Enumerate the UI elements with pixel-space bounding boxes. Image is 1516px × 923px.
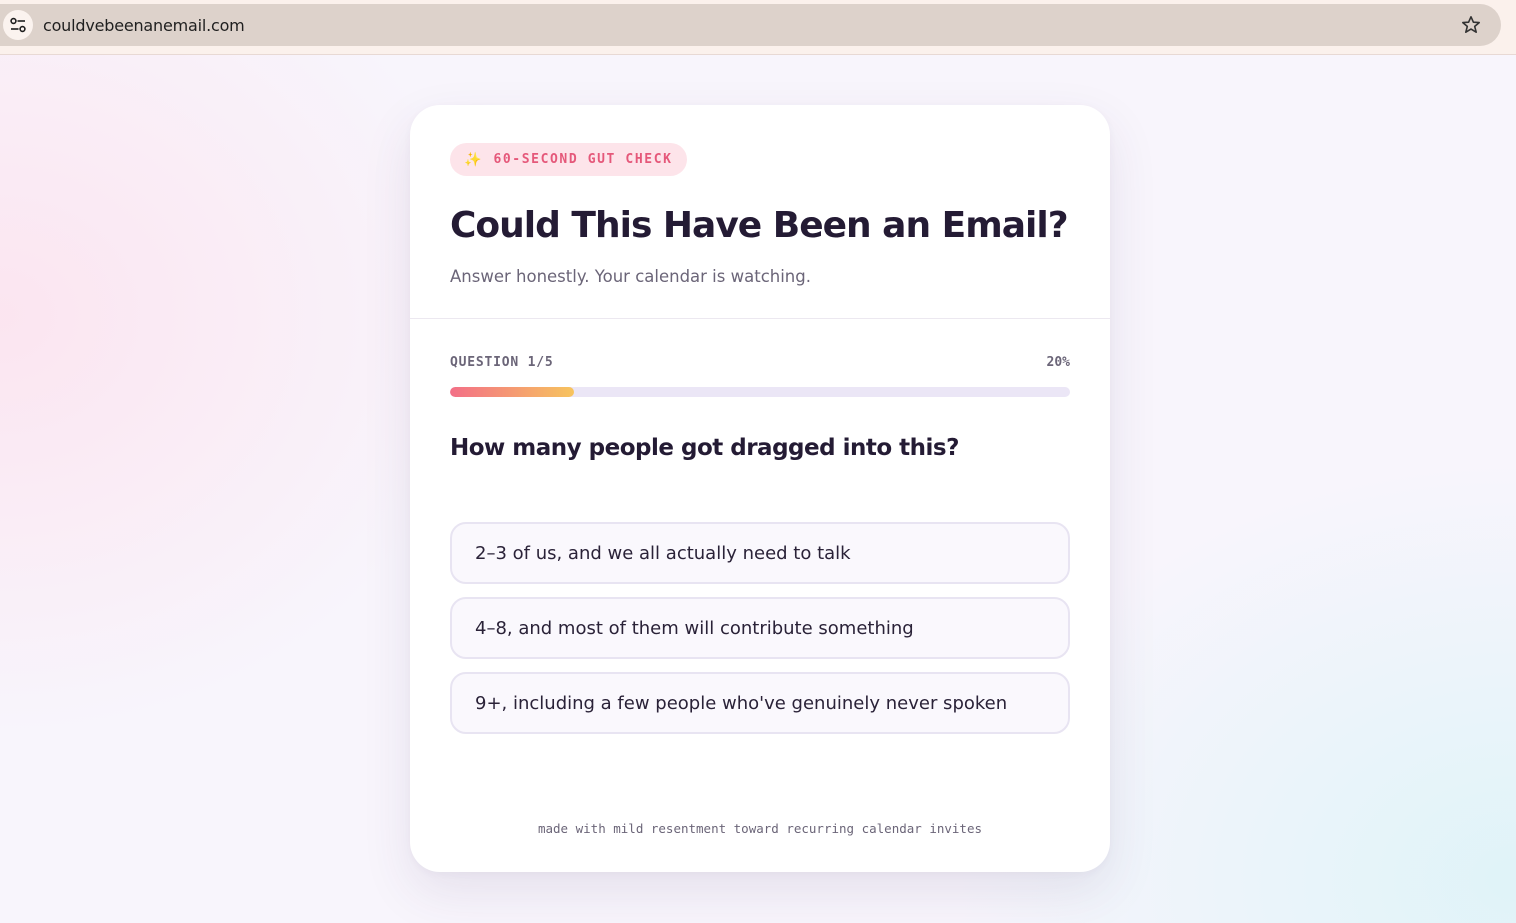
browser-chrome: couldvebeenanemail.com (0, 0, 1516, 55)
tune-icon (10, 17, 26, 33)
gut-check-badge: ✨ 60-SECOND GUT CHECK (450, 143, 687, 176)
question-counter: QUESTION 1/5 (450, 355, 554, 370)
answer-option-1[interactable]: 2–3 of us, and we all actually need to t… (450, 522, 1070, 584)
answer-options: 2–3 of us, and we all actually need to t… (450, 522, 1070, 747)
answer-option-2[interactable]: 4–8, and most of them will contribute so… (450, 597, 1070, 659)
answer-option-3[interactable]: 9+, including a few people who've genuin… (450, 672, 1070, 734)
page-subtitle: Answer honestly. Your calendar is watchi… (450, 267, 811, 286)
footer-note: made with mild resentment toward recurri… (537, 821, 982, 836)
sparkles-icon: ✨ (464, 151, 482, 168)
page-title: Could This Have Been an Email? (450, 205, 1069, 246)
site-info-button[interactable] (3, 10, 33, 40)
url-text[interactable]: couldvebeenanemail.com (43, 16, 245, 35)
question-text: How many people got dragged into this? (450, 435, 959, 461)
address-bar[interactable]: couldvebeenanemail.com (0, 4, 1501, 46)
header-divider (410, 318, 1110, 319)
star-icon[interactable] (1461, 15, 1481, 35)
quiz-card: ✨ 60-SECOND GUT CHECK Could This Have Be… (410, 105, 1110, 872)
progress-bar (450, 387, 1070, 397)
progress-fill (450, 387, 574, 397)
page-background: ✨ 60-SECOND GUT CHECK Could This Have Be… (0, 55, 1516, 923)
badge-label: 60-SECOND GUT CHECK (493, 152, 673, 167)
progress-percent: 20% (1046, 355, 1070, 370)
